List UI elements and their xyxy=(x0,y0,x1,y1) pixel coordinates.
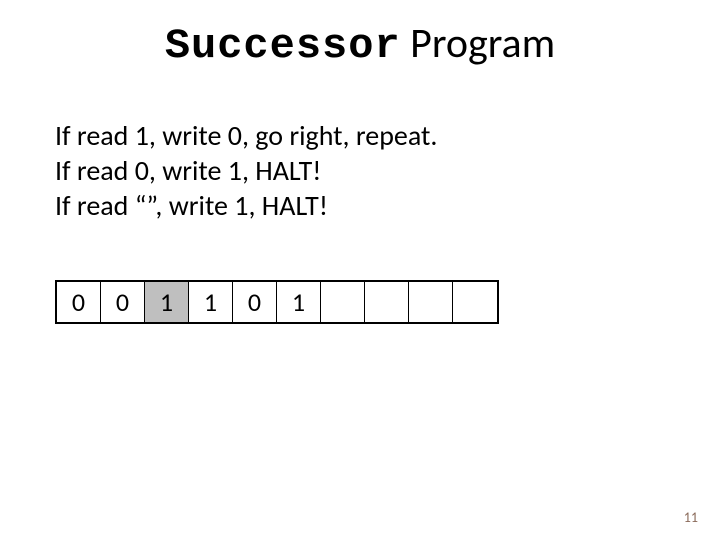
tape-cell xyxy=(321,282,365,322)
tape-cell: 0 xyxy=(233,282,277,322)
slide: Successor Program If read 1, write 0, go… xyxy=(0,0,720,540)
tape-cell: 0 xyxy=(101,282,145,322)
rule-line-2: If read 0, write 1, HALT! xyxy=(55,153,437,188)
page-number: 11 xyxy=(684,509,698,526)
tape-cell xyxy=(365,282,409,322)
rule-line-1: If read 1, write 0, go right, repeat. xyxy=(55,118,437,153)
rule-line-3: If read “”, write 1, HALT! xyxy=(55,188,437,223)
turing-tape: 001101 xyxy=(55,280,499,324)
tape-cell xyxy=(409,282,453,322)
tape-cell: 1 xyxy=(277,282,321,322)
tape-cell: 1 xyxy=(189,282,233,322)
tape-cell: 0 xyxy=(57,282,101,322)
title-word-plain: Program xyxy=(401,18,556,69)
tape-cell xyxy=(453,282,497,322)
title-word-mono: Successor xyxy=(165,22,401,70)
tape-cell: 1 xyxy=(145,282,189,322)
program-rules: If read 1, write 0, go right, repeat. If… xyxy=(55,118,437,223)
slide-title: Successor Program xyxy=(0,18,720,70)
